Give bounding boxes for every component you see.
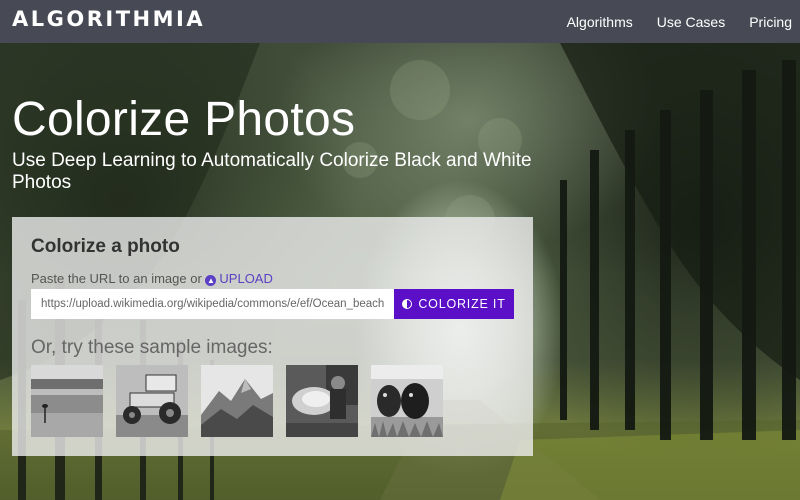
colorize-button[interactable]: COLORIZE IT [394, 289, 514, 319]
card-title: Colorize a photo [31, 236, 180, 257]
colorize-button-label: COLORIZE IT [418, 297, 506, 311]
upload-link[interactable]: ▲ UPLOAD [205, 271, 273, 286]
sample-images [31, 365, 456, 437]
algorithmia-logo[interactable]: ALGORITHMIA [12, 7, 205, 31]
image-url-input[interactable] [31, 289, 394, 319]
top-navbar: ALGORITHMIA Algorithms Use Cases Pricing [0, 0, 800, 43]
page: ALGORITHMIA Algorithms Use Cases Pricing… [0, 0, 800, 500]
sample-image-sprint-car[interactable] [116, 365, 188, 437]
upload-link-label: UPLOAD [219, 271, 273, 286]
colorize-card: Colorize a photo Paste the URL to an ima… [12, 217, 533, 456]
samples-heading: Or, try these sample images: [31, 337, 273, 358]
sample-image-bird-beach[interactable] [31, 365, 103, 437]
nav-link-pricing[interactable]: Pricing [749, 14, 792, 30]
sample-image-man-animal[interactable] [286, 365, 358, 437]
nav-link-algorithms[interactable]: Algorithms [567, 14, 633, 30]
upload-icon: ▲ [205, 275, 217, 286]
url-prompt-text: Paste the URL to an image or [31, 271, 202, 286]
page-title: Colorize Photos [12, 93, 356, 146]
url-prompt: Paste the URL to an image or ▲ UPLOAD [31, 271, 273, 286]
page-subtitle: Use Deep Learning to Automatically Color… [12, 150, 532, 193]
contrast-icon [402, 299, 413, 309]
sample-image-mountain[interactable] [201, 365, 273, 437]
sample-image-cattle[interactable] [371, 365, 443, 437]
nav-links: Algorithms Use Cases Pricing [543, 0, 792, 43]
nav-link-use-cases[interactable]: Use Cases [657, 14, 725, 30]
